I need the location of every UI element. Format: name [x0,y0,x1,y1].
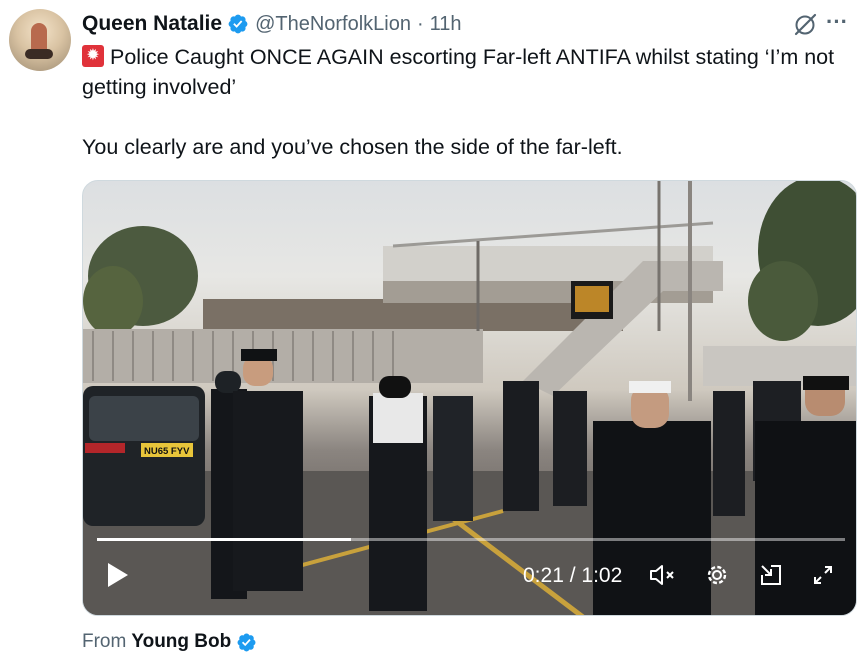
play-button[interactable] [99,557,135,593]
play-icon [108,563,128,587]
post-header: Queen Natalie @TheNorfolkLion · 11h [82,11,462,37]
post-text: Police Caught ONCE AGAIN escorting Far-l… [82,42,857,162]
author-name[interactable]: Queen Natalie [82,12,222,36]
picture-in-picture-button[interactable] [753,557,789,593]
video-progress-fill [97,538,351,541]
police-light-emoji [82,45,104,67]
video-frame: NU65 FYV [83,181,856,615]
fullscreen-button[interactable] [805,557,841,593]
separator-dot: · [417,12,424,35]
post-timestamp[interactable]: 11h [430,13,462,36]
fullscreen-icon [814,566,832,584]
video-controls: 0:21 / 1:02 [83,557,856,607]
video-player[interactable]: NU65 FYV 0:21 / 1:02 [82,180,857,616]
video-attribution: From Young Bob [82,629,257,655]
more-options-icon[interactable]: ··· [826,9,848,35]
author-avatar[interactable] [9,9,71,71]
video-time: 0:21 / 1:02 [523,564,622,588]
video-progress-bar[interactable] [97,538,845,541]
grok-icon[interactable] [792,12,818,38]
attribution-label: From [82,631,127,652]
verified-badge-icon [237,633,256,651]
video-duration: 1:02 [581,564,623,587]
picture-in-picture-icon [761,565,781,585]
settings-button[interactable] [699,557,735,593]
author-handle[interactable]: @TheNorfolkLion [255,13,411,36]
verified-badge-icon [228,14,248,34]
video-current-time: 0:21 [523,564,564,587]
license-plate: NU65 FYV [144,446,190,457]
settings-gear-icon [707,565,727,585]
attribution-source-name[interactable]: Young Bob [131,631,231,653]
post-text-headline: Police Caught ONCE AGAIN escorting Far-l… [82,45,835,99]
mute-icon [650,565,674,585]
mute-button[interactable] [645,557,681,593]
post-text-comment: You clearly are and you’ve chosen the si… [82,135,623,159]
avatar-figure-base [25,49,53,59]
video-time-separator: / [569,564,576,587]
post-text-line: Police Caught ONCE AGAIN escorting Far-l… [82,42,857,102]
